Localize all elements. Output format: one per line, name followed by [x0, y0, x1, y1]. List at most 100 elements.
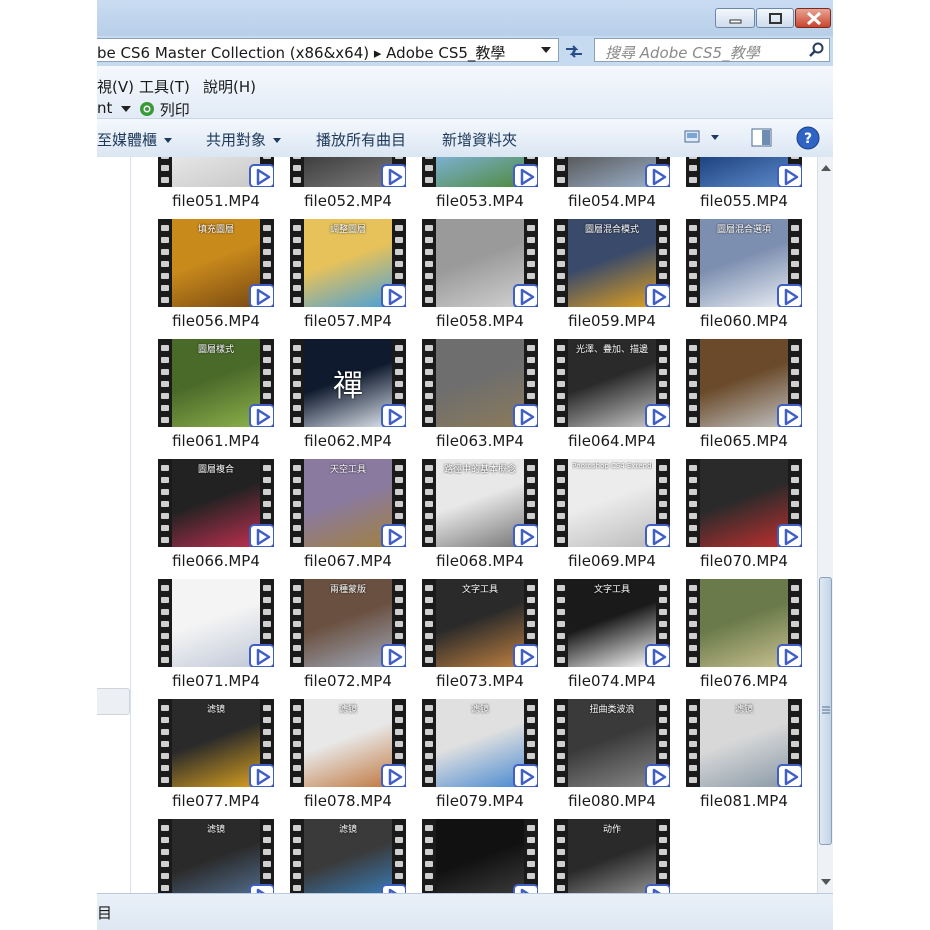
add-to-library-button[interactable]: 至媒體櫃 — [97, 129, 174, 150]
file-item[interactable]: 滤镜 file078.MP4 — [263, 699, 406, 819]
video-thumbnail[interactable]: 滤镜 — [158, 699, 274, 787]
scroll-up-icon[interactable] — [821, 165, 831, 172]
video-thumbnail[interactable]: 填充圖層 — [158, 219, 274, 307]
file-item[interactable]: file065.MP4 — [659, 339, 802, 459]
file-item[interactable]: file071.MP4 — [131, 579, 274, 699]
file-item[interactable]: 兩種蒙版 file072.MP4 — [263, 579, 406, 699]
address-dropdown-icon[interactable] — [541, 47, 551, 55]
video-thumbnail[interactable]: 文字工具 — [422, 579, 538, 667]
video-thumbnail[interactable] — [686, 579, 802, 667]
file-item[interactable]: file058.MP4 — [395, 219, 538, 339]
video-thumbnail[interactable] — [422, 819, 538, 893]
file-item[interactable]: 滤镜 file079.MP4 — [395, 699, 538, 819]
video-thumbnail[interactable]: 文字工具 — [554, 579, 670, 667]
file-item[interactable]: 調整圖層 file057.MP4 — [263, 219, 406, 339]
file-item[interactable]: 圖層樣式 file061.MP4 — [131, 339, 274, 459]
file-item[interactable]: file070.MP4 — [659, 459, 802, 579]
file-item[interactable]: 滤镜 — [263, 819, 406, 893]
vertical-scrollbar[interactable] — [817, 157, 833, 893]
file-item[interactable]: file055.MP4 — [659, 157, 802, 219]
film-perforation — [158, 339, 172, 427]
thumbnail-frame: 禪 — [304, 339, 392, 427]
file-item[interactable]: 滤镜 — [131, 819, 274, 893]
menu-help[interactable]: 說明(H) — [203, 76, 256, 97]
organize-menu[interactable]: nt — [97, 99, 132, 117]
video-thumbnail[interactable] — [686, 339, 802, 427]
file-item[interactable]: file051.MP4 — [131, 157, 274, 219]
file-item[interactable]: file052.MP4 — [263, 157, 406, 219]
video-thumbnail[interactable]: 动作 — [554, 819, 670, 893]
file-item[interactable]: 路徑中的基本概念 file068.MP4 — [395, 459, 538, 579]
file-item[interactable]: file053.MP4 — [395, 157, 538, 219]
menu-view[interactable]: 視(V) — [97, 76, 134, 97]
preview-pane-icon[interactable] — [751, 128, 773, 148]
minimize-button[interactable] — [715, 8, 755, 28]
maximize-button[interactable] — [756, 8, 794, 28]
refresh-icon[interactable] — [563, 40, 585, 62]
print-button[interactable]: 列印 — [139, 99, 190, 120]
file-item[interactable]: 文字工具 file074.MP4 — [527, 579, 670, 699]
scrollbar-thumb[interactable] — [819, 577, 832, 845]
file-item[interactable]: 光澤、疊加、描邊 file064.MP4 — [527, 339, 670, 459]
video-thumbnail[interactable] — [686, 157, 802, 187]
change-view-icon[interactable] — [684, 129, 720, 147]
navigation-pane[interactable] — [97, 157, 131, 893]
file-item[interactable]: file076.MP4 — [659, 579, 802, 699]
video-thumbnail[interactable]: 滤镜 — [158, 819, 274, 893]
file-item[interactable]: 天空工具 file067.MP4 — [263, 459, 406, 579]
video-thumbnail[interactable] — [290, 157, 406, 187]
search-input[interactable]: 搜尋 Adobe CS5_教學 — [594, 38, 830, 62]
menu-tools[interactable]: 工具(T) — [139, 76, 190, 97]
file-item[interactable]: 滤镜 file081.MP4 — [659, 699, 802, 819]
video-thumbnail[interactable]: 滤镜 — [290, 819, 406, 893]
video-thumbnail[interactable] — [686, 459, 802, 547]
share-with-button[interactable]: 共用對象 — [206, 129, 283, 150]
file-item[interactable]: Photoshop CS4 Extended file069.MP4 — [527, 459, 670, 579]
help-icon[interactable]: ? — [796, 126, 820, 150]
file-item[interactable]: 圖層混合選項 file060.MP4 — [659, 219, 802, 339]
video-thumbnail[interactable]: 禪 — [290, 339, 406, 427]
file-item[interactable]: 填充圖層 file056.MP4 — [131, 219, 274, 339]
file-item[interactable]: 文字工具 file073.MP4 — [395, 579, 538, 699]
video-thumbnail[interactable] — [158, 579, 274, 667]
search-icon[interactable] — [809, 42, 825, 58]
file-item[interactable]: file054.MP4 — [527, 157, 670, 219]
video-thumbnail[interactable]: 圖層混合選項 — [686, 219, 802, 307]
video-thumbnail[interactable]: 圖層混合模式 — [554, 219, 670, 307]
file-item[interactable]: 动作 — [527, 819, 670, 893]
video-thumbnail[interactable]: 滤镜 — [686, 699, 802, 787]
play-all-button[interactable]: 播放所有曲目 — [316, 129, 406, 150]
nav-selected-item[interactable] — [97, 688, 130, 715]
video-thumbnail[interactable]: 光澤、疊加、描邊 — [554, 339, 670, 427]
video-thumbnail[interactable]: 兩種蒙版 — [290, 579, 406, 667]
file-item[interactable]: file063.MP4 — [395, 339, 538, 459]
video-thumbnail[interactable]: 調整圖層 — [290, 219, 406, 307]
video-thumbnail[interactable] — [158, 157, 274, 187]
close-icon — [806, 11, 822, 26]
video-thumbnail[interactable]: Photoshop CS4 Extended — [554, 459, 670, 547]
video-thumbnail[interactable]: 天空工具 — [290, 459, 406, 547]
file-item[interactable] — [395, 819, 538, 893]
video-thumbnail[interactable] — [422, 339, 538, 427]
video-thumbnail[interactable] — [422, 157, 538, 187]
video-thumbnail[interactable]: 滤镜 — [422, 699, 538, 787]
add-to-library-label: 至媒體櫃 — [97, 131, 158, 149]
file-item[interactable]: 圖層複合 file066.MP4 — [131, 459, 274, 579]
video-thumbnail[interactable] — [554, 157, 670, 187]
file-item[interactable]: 禪 file062.MP4 — [263, 339, 406, 459]
close-button[interactable] — [795, 8, 831, 28]
file-item[interactable]: 圖層混合模式 file059.MP4 — [527, 219, 670, 339]
address-bar[interactable]: be CS6 Master Collection (x86&x64) ▸ Ado… — [97, 38, 559, 62]
video-thumbnail[interactable]: 圖層樣式 — [158, 339, 274, 427]
video-thumbnail[interactable]: 扭曲类波浪 — [554, 699, 670, 787]
new-folder-button[interactable]: 新增資料夾 — [442, 129, 517, 150]
file-item[interactable]: 滤镜 file077.MP4 — [131, 699, 274, 819]
film-perforation — [554, 157, 568, 187]
video-thumbnail[interactable] — [422, 219, 538, 307]
video-thumbnail[interactable]: 路徑中的基本概念 — [422, 459, 538, 547]
thumbnail-frame: Photoshop CS4 Extended — [568, 459, 656, 547]
file-item[interactable]: 扭曲类波浪 file080.MP4 — [527, 699, 670, 819]
video-thumbnail[interactable]: 滤镜 — [290, 699, 406, 787]
scroll-down-icon[interactable] — [821, 879, 831, 886]
video-thumbnail[interactable]: 圖層複合 — [158, 459, 274, 547]
